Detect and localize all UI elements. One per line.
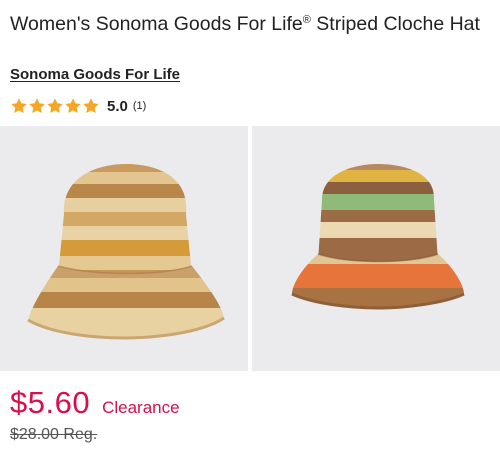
product-title-text: Women's Sonoma Goods For Life [10,13,303,35]
star-icon [11,98,27,114]
star-icon [65,98,81,114]
price-row: $5.60 Clearance [10,385,180,421]
straw-bucket-hat-multicolor-icon [291,164,465,310]
product-rating[interactable]: 5.0 (1) [10,96,146,116]
straw-bucket-hat-tan-icon [27,164,225,340]
product-title: Women's Sonoma Goods For Life® Striped C… [10,8,490,37]
star-rating [10,97,100,115]
product-image-2[interactable] [252,126,500,371]
product-title-rest: Striped Cloche Hat [310,13,480,35]
regular-price: $28.00 Reg. [10,426,98,443]
product-image-1[interactable] [0,126,248,371]
rating-value: 5.0 [107,97,128,115]
star-icon [47,98,63,114]
review-count-link[interactable]: (1) [133,100,146,112]
clearance-label: Clearance [102,398,180,417]
product-image-gallery [0,126,500,371]
brand-link[interactable]: Sonoma Goods For Life [10,66,180,83]
star-icon [83,98,99,114]
registered-mark: ® [302,14,311,26]
sale-price: $5.60 [10,385,91,420]
star-icon [29,98,45,114]
